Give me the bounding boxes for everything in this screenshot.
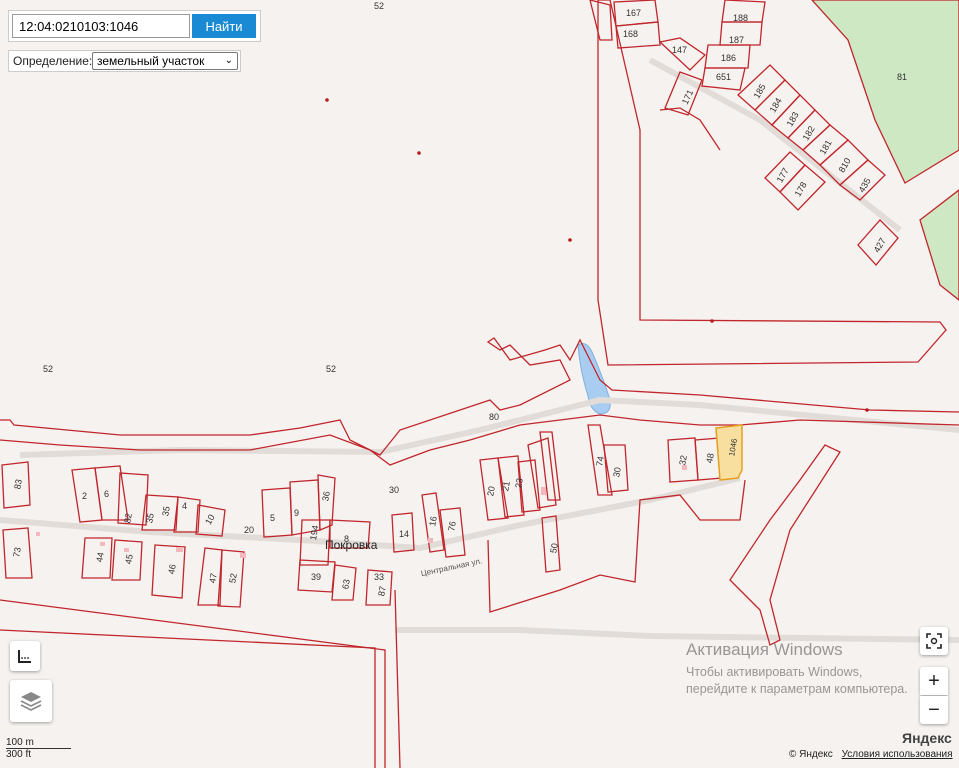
parcel-label: 33 bbox=[374, 572, 384, 582]
parcel-label: 188 bbox=[733, 13, 748, 23]
parcel-label: 2 bbox=[82, 491, 87, 501]
parcel-label: 435 bbox=[857, 176, 873, 194]
parcel-label: 185 bbox=[752, 82, 768, 100]
parcel-label: 47 bbox=[207, 572, 219, 584]
parcel-label: 183 bbox=[785, 110, 801, 128]
parcel-label: 39 bbox=[311, 572, 321, 582]
terms-link[interactable]: Условия использования bbox=[842, 749, 953, 760]
scale-bar: 100 m 300 ft bbox=[6, 737, 71, 760]
parcel-label: 32 bbox=[677, 454, 689, 466]
parcel-label: 30 bbox=[611, 466, 623, 478]
fullscreen-button[interactable] bbox=[920, 627, 948, 655]
parcel-label: 48 bbox=[704, 452, 716, 464]
watermark-line1: Чтобы активировать Windows, bbox=[686, 665, 863, 679]
watermark-line2: перейдите к параметрам компьютера. bbox=[686, 682, 908, 696]
parcel-label: 87 bbox=[376, 585, 388, 597]
parcel-label: 76 bbox=[446, 520, 458, 532]
parcel-label: 74 bbox=[594, 455, 606, 467]
parcel-label: 181 bbox=[818, 138, 834, 156]
parcel-label: 46 bbox=[166, 563, 178, 575]
definition-label: Определение: bbox=[13, 54, 93, 68]
parcel-label: 9 bbox=[294, 508, 299, 518]
parcel-label: 80 bbox=[489, 412, 499, 422]
parcel-label: 44 bbox=[94, 551, 106, 563]
cadastral-number-input[interactable] bbox=[12, 14, 190, 38]
parcel-label: 83 bbox=[12, 478, 24, 490]
copyright: © Яндекс bbox=[789, 749, 833, 760]
parcel-label: 63 bbox=[340, 578, 352, 590]
parcel-label: 651 bbox=[716, 72, 731, 82]
ruler-icon bbox=[18, 650, 31, 663]
watermark-title: Активация Windows bbox=[686, 640, 843, 659]
parcel-label: 186 bbox=[721, 53, 736, 63]
zoom-out-button[interactable]: − bbox=[920, 696, 948, 724]
parcel-label: 81 bbox=[897, 72, 907, 82]
parcel-label: 82 bbox=[122, 512, 134, 524]
parcel-label: 35 bbox=[144, 512, 156, 524]
parcel-label: 52 bbox=[374, 1, 384, 11]
fullscreen-icon bbox=[926, 633, 942, 649]
parcel-label: 35 bbox=[160, 505, 172, 517]
parcel-label: 73 bbox=[11, 546, 23, 558]
parcel-label: 187 bbox=[729, 35, 744, 45]
search-panel: Найти bbox=[8, 10, 261, 42]
ruler-button[interactable] bbox=[10, 641, 40, 671]
layers-button[interactable] bbox=[10, 680, 52, 722]
find-button[interactable]: Найти bbox=[192, 14, 256, 38]
attribution: © Яндекс Условия использования bbox=[789, 749, 953, 760]
logo-text: Яндекс bbox=[902, 730, 952, 746]
parcel-label: 20 bbox=[485, 485, 497, 497]
scale-metric: 100 m bbox=[6, 737, 71, 749]
parcel-label: 52 bbox=[227, 572, 239, 584]
parcel-label: 810 bbox=[837, 156, 853, 174]
parcel-label: 16 bbox=[427, 515, 439, 527]
parcel-label: 52 bbox=[326, 364, 336, 374]
place-name: Покровка bbox=[325, 538, 378, 552]
parcel-label: 427 bbox=[872, 236, 888, 254]
parcel-label: 10 bbox=[203, 513, 217, 527]
forest-area bbox=[811, 0, 959, 184]
street-name: Центральная ул. bbox=[420, 556, 483, 578]
parcel-label: 5 bbox=[270, 513, 275, 523]
parcel-label: 184 bbox=[768, 96, 784, 114]
parcel-label: 50 bbox=[548, 542, 560, 554]
windows-activation-watermark: Активация Windows Чтобы активировать Win… bbox=[686, 640, 908, 698]
parcel-label: 4 bbox=[182, 501, 187, 511]
parcel-label: 20 bbox=[244, 525, 254, 535]
parcel-label: 52 bbox=[43, 364, 53, 374]
parcel-label: 45 bbox=[123, 553, 135, 565]
definition-select[interactable]: земельный участок ⌄ bbox=[92, 52, 238, 70]
parcel-label: 177 bbox=[775, 166, 791, 184]
zoom-in-button[interactable]: + bbox=[920, 667, 948, 695]
definition-selected-value: земельный участок bbox=[97, 54, 205, 68]
chevron-down-icon: ⌄ bbox=[224, 55, 233, 66]
parcel-label: 14 bbox=[399, 529, 409, 539]
parcel-label: 23 bbox=[513, 477, 525, 489]
forest-area bbox=[919, 189, 959, 301]
parcel-label: 168 bbox=[623, 29, 638, 39]
parcel-label: 178 bbox=[793, 180, 809, 198]
parcel-label: 147 bbox=[672, 45, 687, 55]
scale-imperial: 300 ft bbox=[6, 749, 32, 760]
layers-icon bbox=[20, 692, 42, 711]
parcel-label: 21 bbox=[500, 480, 512, 492]
parcel-label: 36 bbox=[320, 490, 332, 502]
parcel-label: 167 bbox=[626, 8, 641, 18]
definition-panel: Определение: земельный участок ⌄ bbox=[8, 50, 241, 72]
parcel-label: 6 bbox=[104, 489, 109, 499]
yandex-logo[interactable]: Яндекс bbox=[902, 730, 952, 746]
parcel-label: 30 bbox=[389, 485, 399, 495]
